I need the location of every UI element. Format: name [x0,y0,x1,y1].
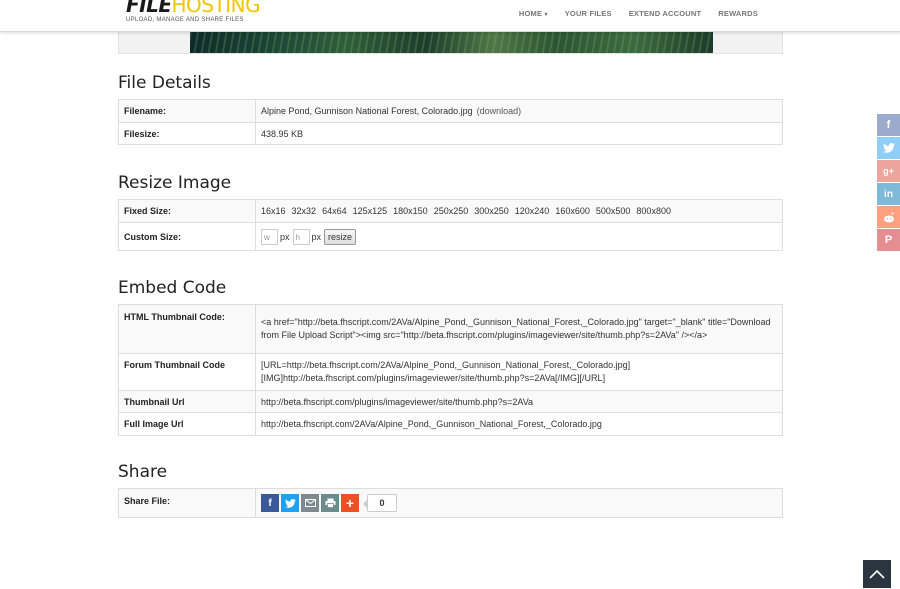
size-option[interactable]: 300x250 [474,206,509,216]
custom-size-controls: w px h px resize [255,222,783,251]
px-unit: px [311,231,322,242]
nav-home[interactable]: HOME ▾ [519,9,548,18]
resize-image-title: Resize Image [118,173,232,193]
share-buttons: f + 0 [261,494,777,512]
nav-extend-account[interactable]: EXTEND ACCOUNT [629,9,702,18]
table-row: Forum Thumbnail Code [URL=http://beta.fh… [118,353,783,391]
height-input[interactable]: h [292,228,310,245]
main-nav: HOME ▾ YOUR FILES EXTEND ACCOUNT REWARDS [502,9,758,18]
custom-size-label: Custom Size: [118,222,256,251]
nav-your-files[interactable]: YOUR FILES [565,9,612,18]
size-option[interactable]: 32x32 [292,206,317,216]
chevron-up-icon [869,569,885,579]
download-link[interactable]: (download) [477,106,522,116]
table-row: Share File: f + 0 [118,488,783,518]
width-input[interactable]: w [261,228,278,245]
filename-value: Alpine Pond, Gunnison National Forest, C… [261,106,473,116]
share-cell: f + 0 [255,488,783,518]
file-details-table: Filename: Alpine Pond, Gunnison National… [118,99,783,145]
embed-value[interactable]: http://beta.fhscript.com/2AVa/Alpine_Pon… [255,412,783,436]
twitter-icon[interactable] [281,494,299,512]
filesize-label: Filesize: [118,122,256,145]
embed-label: HTML Thumbnail Code: [118,304,256,354]
filename-label: Filename: [118,99,256,123]
size-option[interactable]: 160x600 [555,206,590,216]
share-count: 0 [363,494,397,512]
embed-label: Full Image Url [118,412,256,436]
logo-file-text: FILE [126,0,172,17]
print-icon[interactable] [321,494,339,512]
table-row: Custom Size: w px h px resize [118,222,783,251]
embed-label: Forum Thumbnail Code [118,353,256,391]
embed-label: Thumbnail Url [118,390,256,413]
facebook-icon[interactable]: f [877,114,900,136]
share-table: Share File: f + 0 [118,488,783,518]
logo[interactable]: FILEHOSTING UPLOAD, MANAGE AND SHARE FIL… [126,0,261,23]
table-row: Filesize: 438.95 KB [118,122,783,145]
logo-tagline: UPLOAD, MANAGE AND SHARE FILES [126,17,244,23]
size-option[interactable]: 125x125 [353,206,388,216]
fixed-size-list: 16x16 32x32 64x64 125x125 180x150 250x250 300x… [255,199,783,223]
fixed-size-label: Fixed Size: [118,199,256,223]
embed-value[interactable]: <a href="http://beta.fhscript.com/2AVa/A… [255,304,783,354]
filesize-value: 438.95 KB [255,122,783,145]
email-icon[interactable] [301,494,319,512]
size-option[interactable]: 120x240 [515,206,550,216]
facebook-icon[interactable]: f [261,494,279,512]
pinterest-icon[interactable]: P [877,229,900,251]
embed-table: HTML Thumbnail Code: <a href="http://bet… [118,304,783,436]
twitter-icon[interactable] [877,137,900,159]
share-title: Share [118,462,168,482]
add-more-icon[interactable]: + [341,494,359,512]
table-row: Full Image Url http://beta.fhscript.com/… [118,412,783,436]
size-option[interactable]: 500x500 [596,206,631,216]
back-to-top-button[interactable] [863,560,891,588]
size-option[interactable]: 800x800 [636,206,671,216]
embed-value[interactable]: [URL=http://beta.fhscript.com/2AVa/Alpin… [255,353,783,391]
share-label: Share File: [118,488,256,518]
file-details-title: File Details [118,73,211,93]
image-preview-frame [118,32,783,54]
side-social-bar: f g+ in P [877,114,900,252]
px-unit: px [280,231,290,242]
table-row: Fixed Size: 16x16 32x32 64x64 125x125 180x15… [118,199,783,223]
embed-value[interactable]: http://beta.fhscript.com/plugins/imagevi… [255,390,783,413]
resize-button[interactable]: resize [324,228,357,245]
size-option[interactable]: 64x64 [322,206,347,216]
size-option[interactable]: 16x16 [261,206,286,216]
table-row: Filename: Alpine Pond, Gunnison National… [118,99,783,123]
size-option[interactable]: 250x250 [434,206,469,216]
nav-home-label: HOME [518,9,543,18]
image-preview[interactable] [190,32,713,53]
linkedin-icon[interactable]: in [877,183,900,205]
site-header: FILEHOSTING UPLOAD, MANAGE AND SHARE FIL… [0,0,900,32]
nav-rewards[interactable]: REWARDS [718,9,758,18]
embed-code-title: Embed Code [118,278,227,298]
filename-cell: Alpine Pond, Gunnison National Forest, C… [255,99,783,123]
size-option[interactable]: 180x150 [393,206,428,216]
google-plus-icon[interactable]: g+ [877,160,900,182]
reddit-icon[interactable] [877,206,900,228]
table-row: HTML Thumbnail Code: <a href="http://bet… [118,304,783,354]
caret-down-icon: ▾ [544,12,548,18]
resize-table: Fixed Size: 16x16 32x32 64x64 125x125 180x15… [118,199,783,251]
table-row: Thumbnail Url http://beta.fhscript.com/p… [118,390,783,413]
logo-hosting-text: HOSTING [171,0,261,17]
